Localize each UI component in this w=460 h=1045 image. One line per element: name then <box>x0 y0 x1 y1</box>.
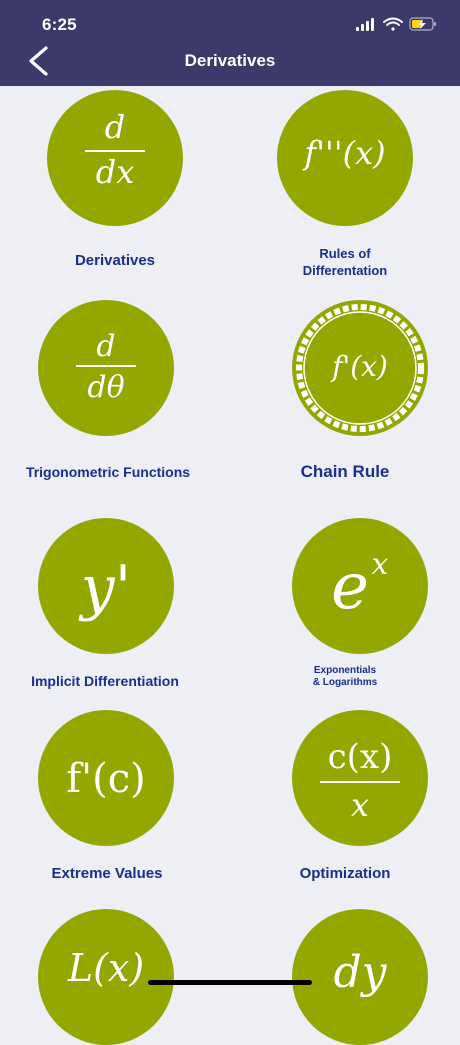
signal-icon <box>356 18 374 31</box>
triple-prime-function-icon: f'''(x) <box>277 90 413 226</box>
tile-rules-of-differentation[interactable]: f'''(x) Rules of Differentation <box>230 90 460 290</box>
tile-label: Optimization <box>299 865 391 882</box>
battery-charging-icon <box>409 17 436 31</box>
tile-label-line: Rules of <box>319 246 371 261</box>
glyph-y-prime: y' <box>78 553 131 623</box>
tile-label: Chain Rule <box>300 462 390 481</box>
ratio-c-x-icon: c(x) x <box>292 710 428 846</box>
exponential-icon: e x <box>292 518 428 654</box>
glyph-f-prime: f'(x) <box>330 350 388 383</box>
tile-trigonometric-functions[interactable]: d dθ Trigonometric Functions <box>0 300 230 500</box>
glyph-f-triple-prime: f'''(x) <box>302 134 385 172</box>
glyph-dy: dy <box>333 947 387 998</box>
tile-label: Extreme Values <box>51 865 163 882</box>
glyph-denominator: dx <box>96 153 135 191</box>
derivative-d-dx-icon: d dx <box>47 90 183 226</box>
glyph-numerator: c(x) <box>328 737 393 777</box>
status-icons <box>356 16 438 32</box>
page-title: Derivatives <box>184 51 276 70</box>
tile-derivatives[interactable]: d dx Derivatives <box>0 90 230 290</box>
tile-optimization[interactable]: c(x) x Optimization <box>230 710 460 890</box>
glyph-e: e <box>331 550 369 624</box>
tile-label-line: Exponentials <box>313 665 377 676</box>
y-prime-icon: y' <box>38 518 174 654</box>
tile-label: Trigonometric Functions <box>25 464 191 480</box>
tile-exponentials-logarithms[interactable]: e x Exponentials & Logarithms <box>230 518 460 698</box>
glyph-x-superscript: x <box>372 547 389 582</box>
status-time: 6:25 <box>42 15 77 34</box>
derivative-d-dtheta-icon: d dθ <box>38 300 174 436</box>
tile-label-line: Differentation <box>302 263 388 278</box>
glyph-numerator: d <box>96 329 115 364</box>
chain-rule-icon: f'(x) <box>292 300 428 436</box>
glyph-f-prime-c: f'(c) <box>66 756 145 802</box>
tile-label: Exponentials & Logarithms <box>230 665 460 689</box>
tile-label: Rules of Differentation <box>230 245 460 279</box>
nav-header: 6:25 Derivatives <box>0 0 460 86</box>
l-of-x-icon: L(x) <box>38 909 174 1045</box>
tile-label: Derivatives <box>74 252 156 269</box>
tile-implicit-differentiation[interactable]: y' Implicit Differentiation <box>0 518 230 698</box>
glyph-numerator: d <box>105 108 125 146</box>
glyph-denominator: x <box>351 786 369 824</box>
f-prime-c-icon: f'(c) <box>38 710 174 846</box>
tile-chain-rule[interactable]: f'(x) Chain Rule <box>230 300 460 500</box>
dy-icon: dy <box>292 909 428 1045</box>
glyph-l-of-x: L(x) <box>67 946 144 990</box>
tile-extreme-values[interactable]: f'(c) Extreme Values <box>0 710 230 890</box>
wifi-icon <box>383 17 403 31</box>
home-indicator[interactable] <box>148 980 312 985</box>
tile-label-line: & Logarithms <box>312 677 378 688</box>
glyph-denominator: dθ <box>87 370 124 405</box>
tile-label: Implicit Differentiation <box>31 673 179 689</box>
